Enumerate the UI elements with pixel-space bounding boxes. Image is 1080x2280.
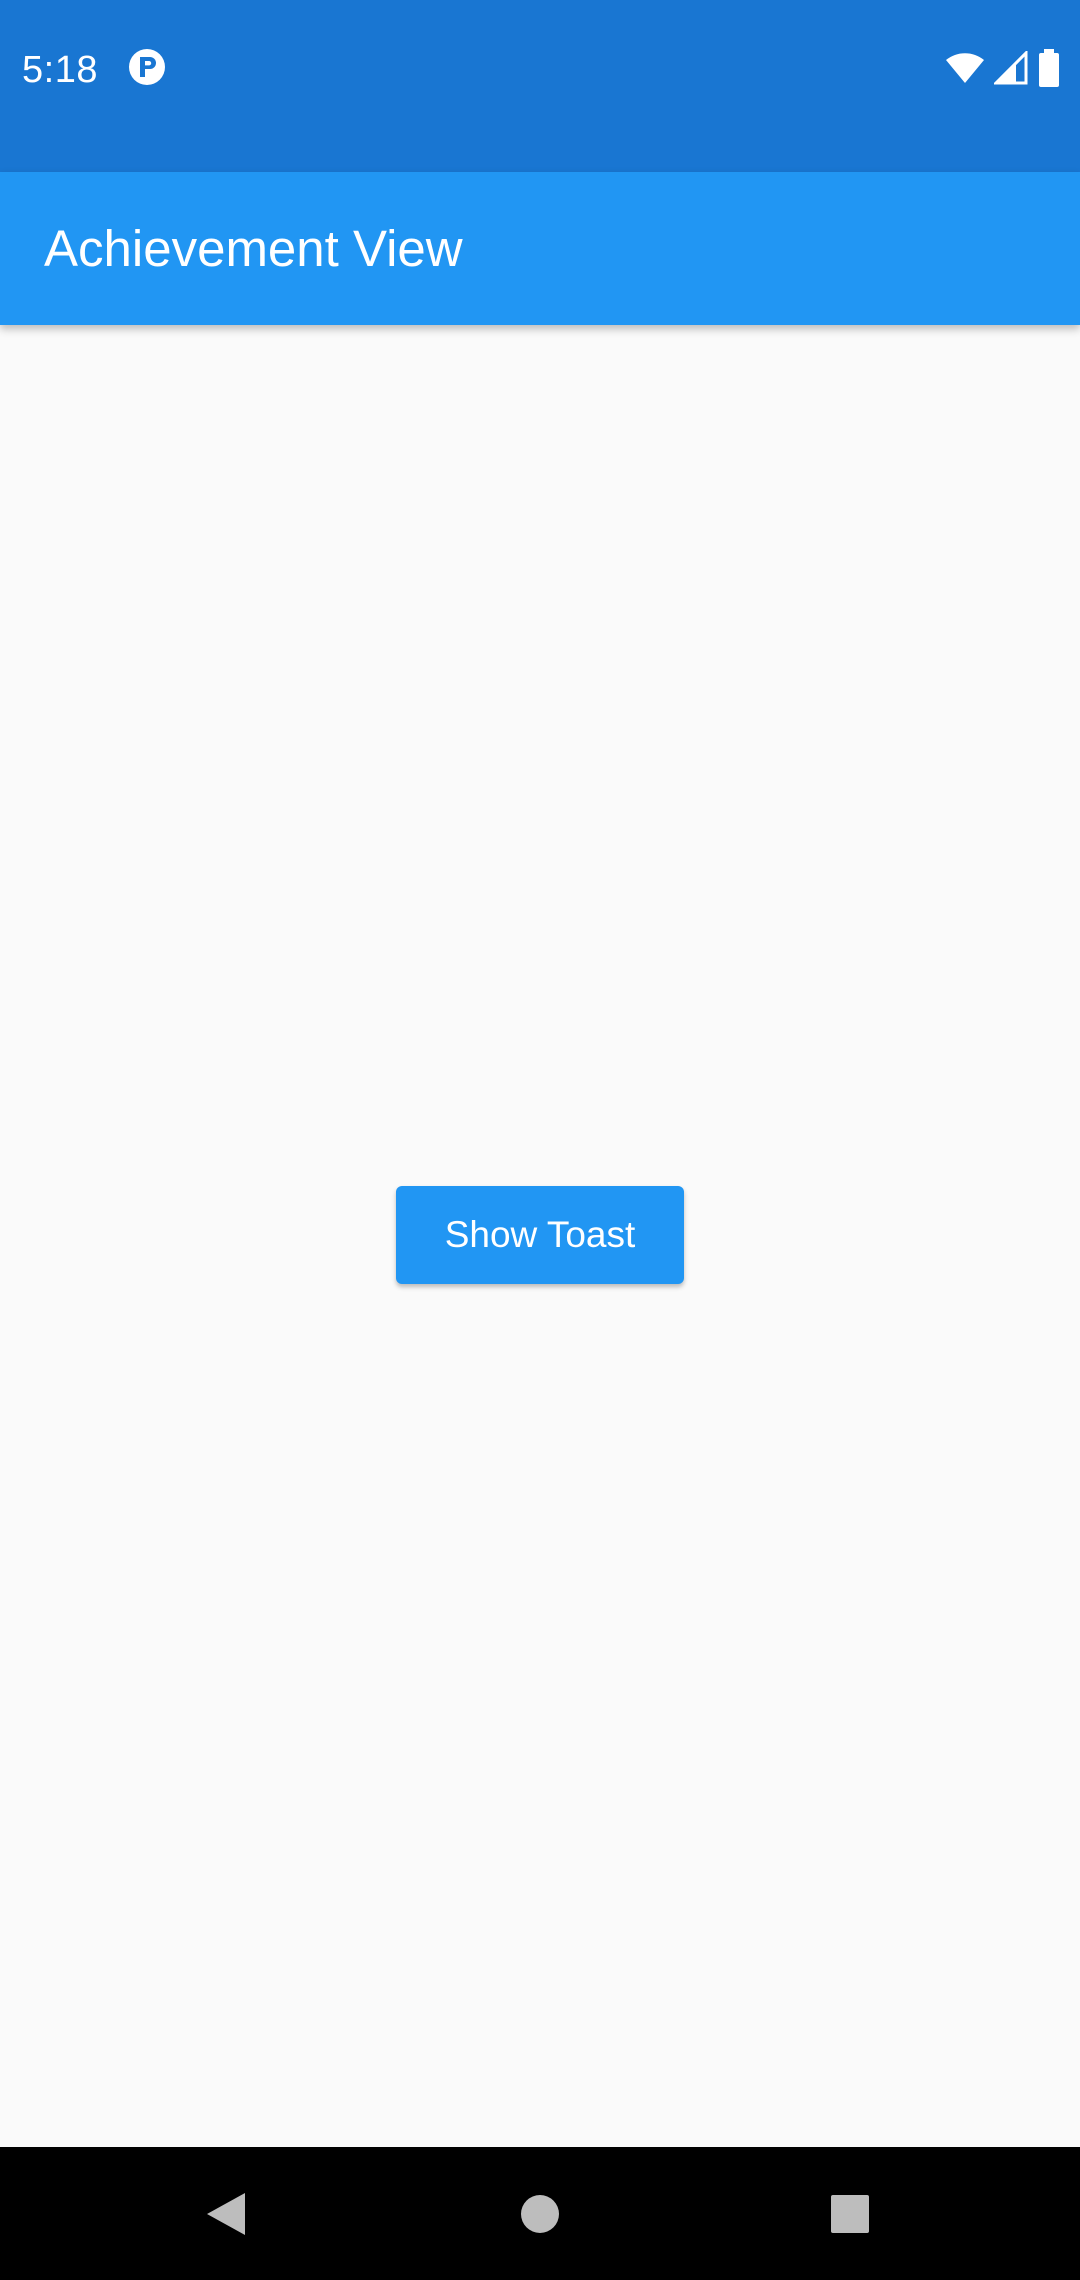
home-icon — [521, 2194, 559, 2233]
navigation-bar — [0, 2147, 1080, 2280]
status-bar: 5:18 — [0, 0, 1080, 172]
signal-icon — [994, 51, 1028, 85]
status-time: 5:18 — [22, 49, 98, 91]
battery-icon — [1039, 49, 1059, 87]
show-toast-button[interactable]: Show Toast — [396, 1186, 684, 1284]
status-icons — [946, 48, 1060, 88]
main-content: Show Toast — [0, 325, 1080, 2147]
app-screen: 5:18 Achievement View Show Toast — [0, 0, 1080, 2280]
wifi-icon — [946, 53, 984, 83]
nav-recents-button[interactable] — [770, 2147, 930, 2280]
app-bar: Achievement View — [0, 172, 1080, 325]
recents-icon — [831, 2194, 869, 2233]
nav-home-button[interactable] — [460, 2147, 620, 2280]
back-icon — [207, 2192, 245, 2235]
p-badge-icon — [129, 49, 165, 85]
page-title: Achievement View — [44, 220, 463, 277]
nav-back-button[interactable] — [146, 2147, 306, 2280]
